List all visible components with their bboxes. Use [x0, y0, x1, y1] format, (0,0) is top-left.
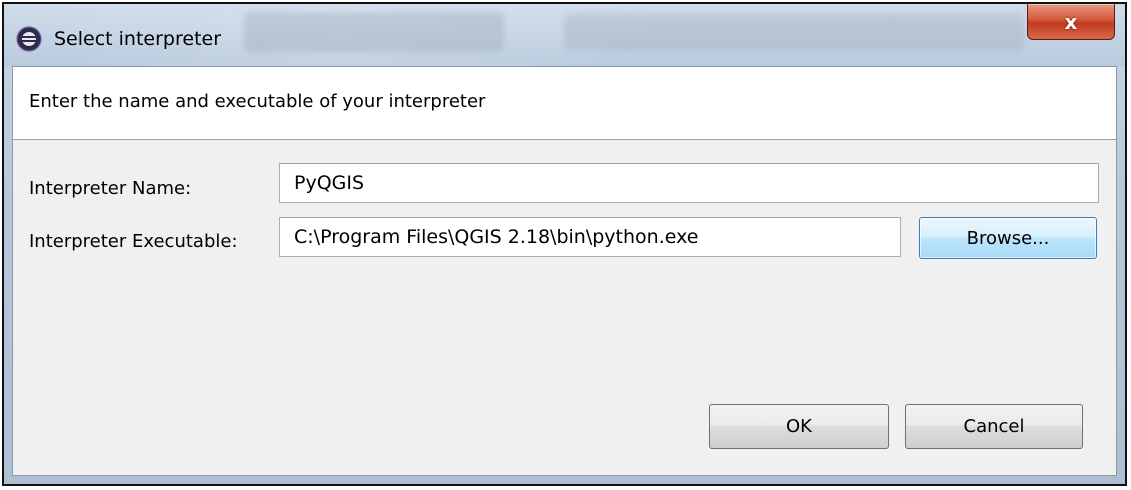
cancel-button[interactable]: Cancel: [905, 404, 1083, 449]
interpreter-executable-input[interactable]: C:\Program Files\QGIS 2.18\bin\python.ex…: [279, 217, 901, 257]
background-blur: [244, 12, 504, 52]
ok-button[interactable]: OK: [709, 404, 889, 449]
interpreter-executable-label: Interpreter Executable:: [29, 231, 238, 252]
interpreter-name-label: Interpreter Name:: [29, 178, 192, 199]
title-bar[interactable]: Select interpreter x: [4, 4, 1125, 66]
dialog-window: Select interpreter x Enter the name and …: [2, 2, 1127, 486]
browse-button[interactable]: Browse...: [919, 217, 1097, 259]
dialog-content: Enter the name and executable of your in…: [12, 66, 1117, 476]
close-icon: x: [1064, 9, 1078, 34]
dialog-header: Enter the name and executable of your in…: [13, 67, 1116, 140]
background-blur: [564, 14, 1024, 50]
dialog-description: Enter the name and executable of your in…: [29, 91, 486, 112]
close-button[interactable]: x: [1027, 4, 1115, 40]
app-icon: [16, 26, 42, 52]
window-title: Select interpreter: [54, 28, 222, 50]
interpreter-name-input[interactable]: PyQGIS: [279, 163, 1099, 203]
